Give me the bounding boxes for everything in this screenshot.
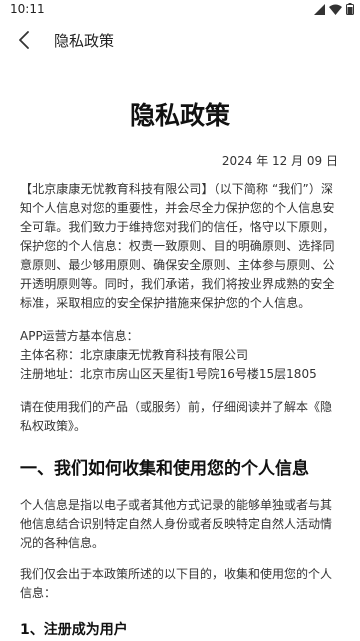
document-title: 隐私政策	[129, 101, 230, 130]
status-time: 10:11	[10, 2, 45, 16]
subsection-heading: 1、注册成为用户	[20, 622, 128, 638]
back-button[interactable]	[10, 26, 38, 54]
operator-address: 注册地址：北京市房山区天星街1号院16号楼15层1805	[20, 367, 317, 381]
status-bar: 10:11	[0, 0, 360, 20]
definition-paragraph: 个人信息是指以电子或者其他方式记录的能够单独或者与其他信息结合识别特定自然人身份…	[20, 498, 333, 550]
app-bar: 隐私政策	[0, 22, 360, 58]
purpose-paragraph: 我们仅会出于本政策所述的以下目的，收集和使用您的个人信息：	[20, 567, 333, 600]
wifi-icon	[329, 4, 342, 15]
policy-content[interactable]: 隐私政策 2024 年 12 月 09 日 【北京康康无忧教育科技有限公司】（以…	[20, 96, 340, 641]
intro-paragraph: 【北京康康无忧教育科技有限公司】（以下简称 “我们”）深知个人信息对您的重要性，…	[20, 182, 335, 310]
operator-info: APP运营方基本信息： 主体名称：北京康康无忧教育科技有限公司 注册地址：北京市…	[20, 327, 340, 384]
chevron-left-icon	[19, 31, 29, 49]
signal-icon	[314, 3, 325, 15]
section-heading: 一、我们如何收集和使用您的个人信息	[20, 459, 309, 479]
app-bar-title: 隐私政策	[54, 32, 115, 50]
operator-name: 主体名称：北京康康无忧教育科技有限公司	[20, 348, 249, 362]
document-date: 2024 年 12 月 09 日	[221, 154, 338, 168]
status-icons	[314, 3, 354, 15]
battery-icon	[346, 3, 354, 15]
operator-heading: APP运营方基本信息：	[20, 329, 139, 343]
read-notice: 请在使用我们的产品（或服务）前，仔细阅读并了解本《隐私权政策》。	[20, 400, 333, 433]
